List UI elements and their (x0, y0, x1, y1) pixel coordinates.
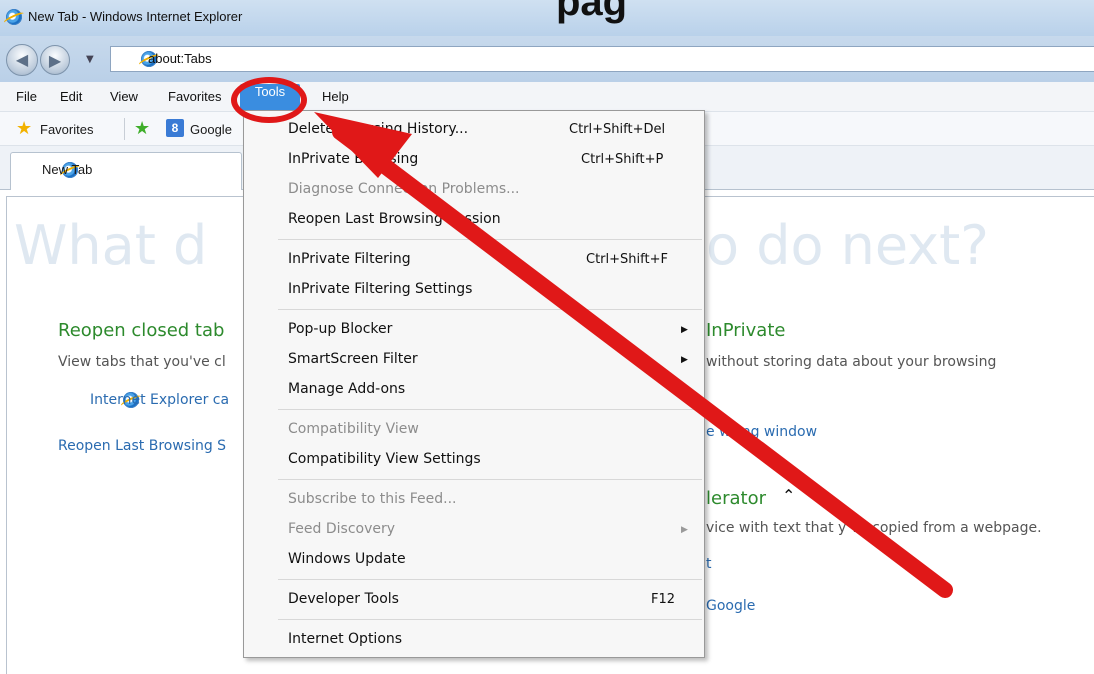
menu-separator (278, 619, 702, 620)
closed-tab-link[interactable]: Internet Explorer ca (90, 392, 229, 408)
accelerator-heading: lerator (706, 488, 766, 509)
menu-diagnose-connection: Diagnose Connection Problems... (288, 181, 520, 197)
submenu-arrow-icon: ▶ (681, 525, 688, 535)
star-icon[interactable]: ★ (16, 118, 32, 139)
tools-dropdown-menu: Delete Browsing History... Ctrl+Shift+De… (243, 110, 705, 658)
accelerator-description: vice with text that y ve copied from a w… (706, 520, 1042, 536)
inprivate-heading: InPrivate (706, 320, 786, 341)
menu-feed-discovery: Feed Discovery (288, 521, 396, 537)
favorites-separator (124, 118, 125, 140)
google-icon[interactable]: 8 (166, 119, 184, 137)
menu-windows-update[interactable]: Windows Update (288, 551, 406, 567)
shortcut-developer-tools: F12 (651, 592, 676, 607)
menu-inprivate-filtering[interactable]: InPrivate Filtering (288, 251, 411, 267)
page-heading-fragment: pag (556, 0, 628, 24)
reopen-last-session-link[interactable]: Reopen Last Browsing S (58, 438, 226, 454)
back-button[interactable]: ◀ (6, 44, 38, 76)
ie-logo-icon (6, 9, 22, 25)
menu-delete-browsing-history[interactable]: Delete Browsing History... (288, 121, 468, 137)
open-inprivate-window-link[interactable]: e wsing window (706, 424, 817, 440)
menu-inprivate-filtering-settings[interactable]: InPrivate Filtering Settings (288, 281, 472, 297)
back-arrow-icon: ◀ (15, 50, 29, 69)
menu-compatibility-view: Compatibility View (288, 421, 419, 437)
address-bar[interactable] (110, 46, 1094, 72)
forward-arrow-icon: ▶ (48, 51, 62, 70)
menu-separator (278, 239, 702, 240)
window-title: New Tab - Windows Internet Explorer (28, 9, 243, 24)
history-dropdown-icon[interactable]: ▼ (86, 54, 94, 65)
menu-internet-options[interactable]: Internet Options (288, 631, 402, 647)
shortcut-inprivate: Ctrl+Shift+P (581, 152, 664, 167)
favorites-button[interactable]: Favorites (40, 122, 93, 137)
shortcut-delete-history: Ctrl+Shift+Del (569, 122, 666, 137)
add-star-icon[interactable]: ★ (134, 118, 150, 139)
reopen-closed-tabs-heading: Reopen closed tab (58, 320, 225, 341)
menu-separator (278, 409, 702, 410)
reopen-description: View tabs that you've cl (58, 354, 226, 370)
accelerator-link[interactable]: t (706, 556, 712, 572)
submenu-arrow-icon: ▶ (681, 355, 688, 365)
headline-right: o do next? (706, 214, 989, 277)
menu-manage-addons[interactable]: Manage Add-ons (288, 381, 405, 397)
menu-bar (0, 82, 1094, 112)
menu-separator (278, 479, 702, 480)
shortcut-inprivate-filtering: Ctrl+Shift+F (586, 252, 668, 267)
menu-favorites[interactable]: Favorites (168, 89, 221, 104)
address-url[interactable]: about:Tabs (148, 51, 212, 66)
menu-separator (278, 579, 702, 580)
submenu-arrow-icon: ▶ (681, 325, 688, 335)
menu-reopen-last-session[interactable]: Reopen Last Browsing Session (288, 211, 501, 227)
inprivate-description: without storing data about your browsing (706, 354, 997, 370)
menu-file[interactable]: File (16, 89, 37, 104)
menu-smartscreen-filter[interactable]: SmartScreen Filter (288, 351, 418, 367)
google-favorite-link[interactable]: Google (190, 122, 232, 137)
menu-compatibility-view-settings[interactable]: Compatibility View Settings (288, 451, 481, 467)
menu-developer-tools[interactable]: Developer Tools (288, 591, 399, 607)
menu-popup-blocker[interactable]: Pop-up Blocker (288, 321, 392, 337)
annotation-highlight-circle (231, 77, 307, 123)
chevron-up-icon[interactable]: ⌃ (782, 486, 795, 505)
menu-subscribe-feed: Subscribe to this Feed... (288, 491, 457, 507)
menu-inprivate-browsing[interactable]: InPrivate Browsing (288, 151, 418, 167)
menu-separator (278, 309, 702, 310)
tab-label[interactable]: New Tab (42, 162, 92, 177)
menu-edit[interactable]: Edit (60, 89, 82, 104)
headline-left: What d (14, 214, 208, 277)
menu-view[interactable]: View (110, 89, 138, 104)
menu-help[interactable]: Help (322, 89, 349, 104)
accelerator-google-link[interactable]: Google (706, 598, 755, 614)
forward-button[interactable]: ▶ (40, 45, 70, 75)
